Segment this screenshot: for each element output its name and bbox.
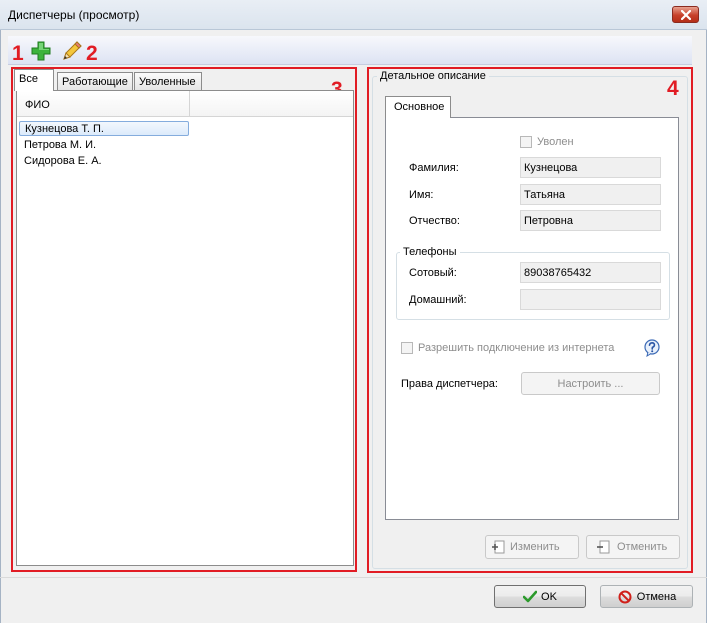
annotation-box-3 [11, 67, 357, 572]
edit-button[interactable] [60, 39, 84, 63]
window-title: Диспетчеры (просмотр) [8, 8, 140, 22]
footer-divider [0, 577, 707, 578]
cancel-button[interactable]: Отмена [600, 585, 693, 608]
close-icon [681, 10, 691, 20]
toolbar [8, 36, 692, 65]
checkmark-icon [523, 590, 537, 603]
close-button[interactable] [672, 6, 699, 23]
forbidden-icon [618, 590, 632, 604]
tab-all[interactable]: Все [14, 69, 54, 91]
tab-main[interactable]: Основное [385, 96, 451, 118]
pencil-icon [63, 41, 82, 60]
title-bar: Диспетчеры (просмотр) [0, 0, 707, 30]
add-button[interactable] [30, 40, 52, 62]
annotation-label-2: 2 [86, 42, 98, 65]
annotation-box-4 [367, 67, 693, 573]
plus-icon [31, 41, 51, 61]
annotation-label-1: 1 [12, 42, 24, 65]
ok-button[interactable]: OK [494, 585, 586, 608]
